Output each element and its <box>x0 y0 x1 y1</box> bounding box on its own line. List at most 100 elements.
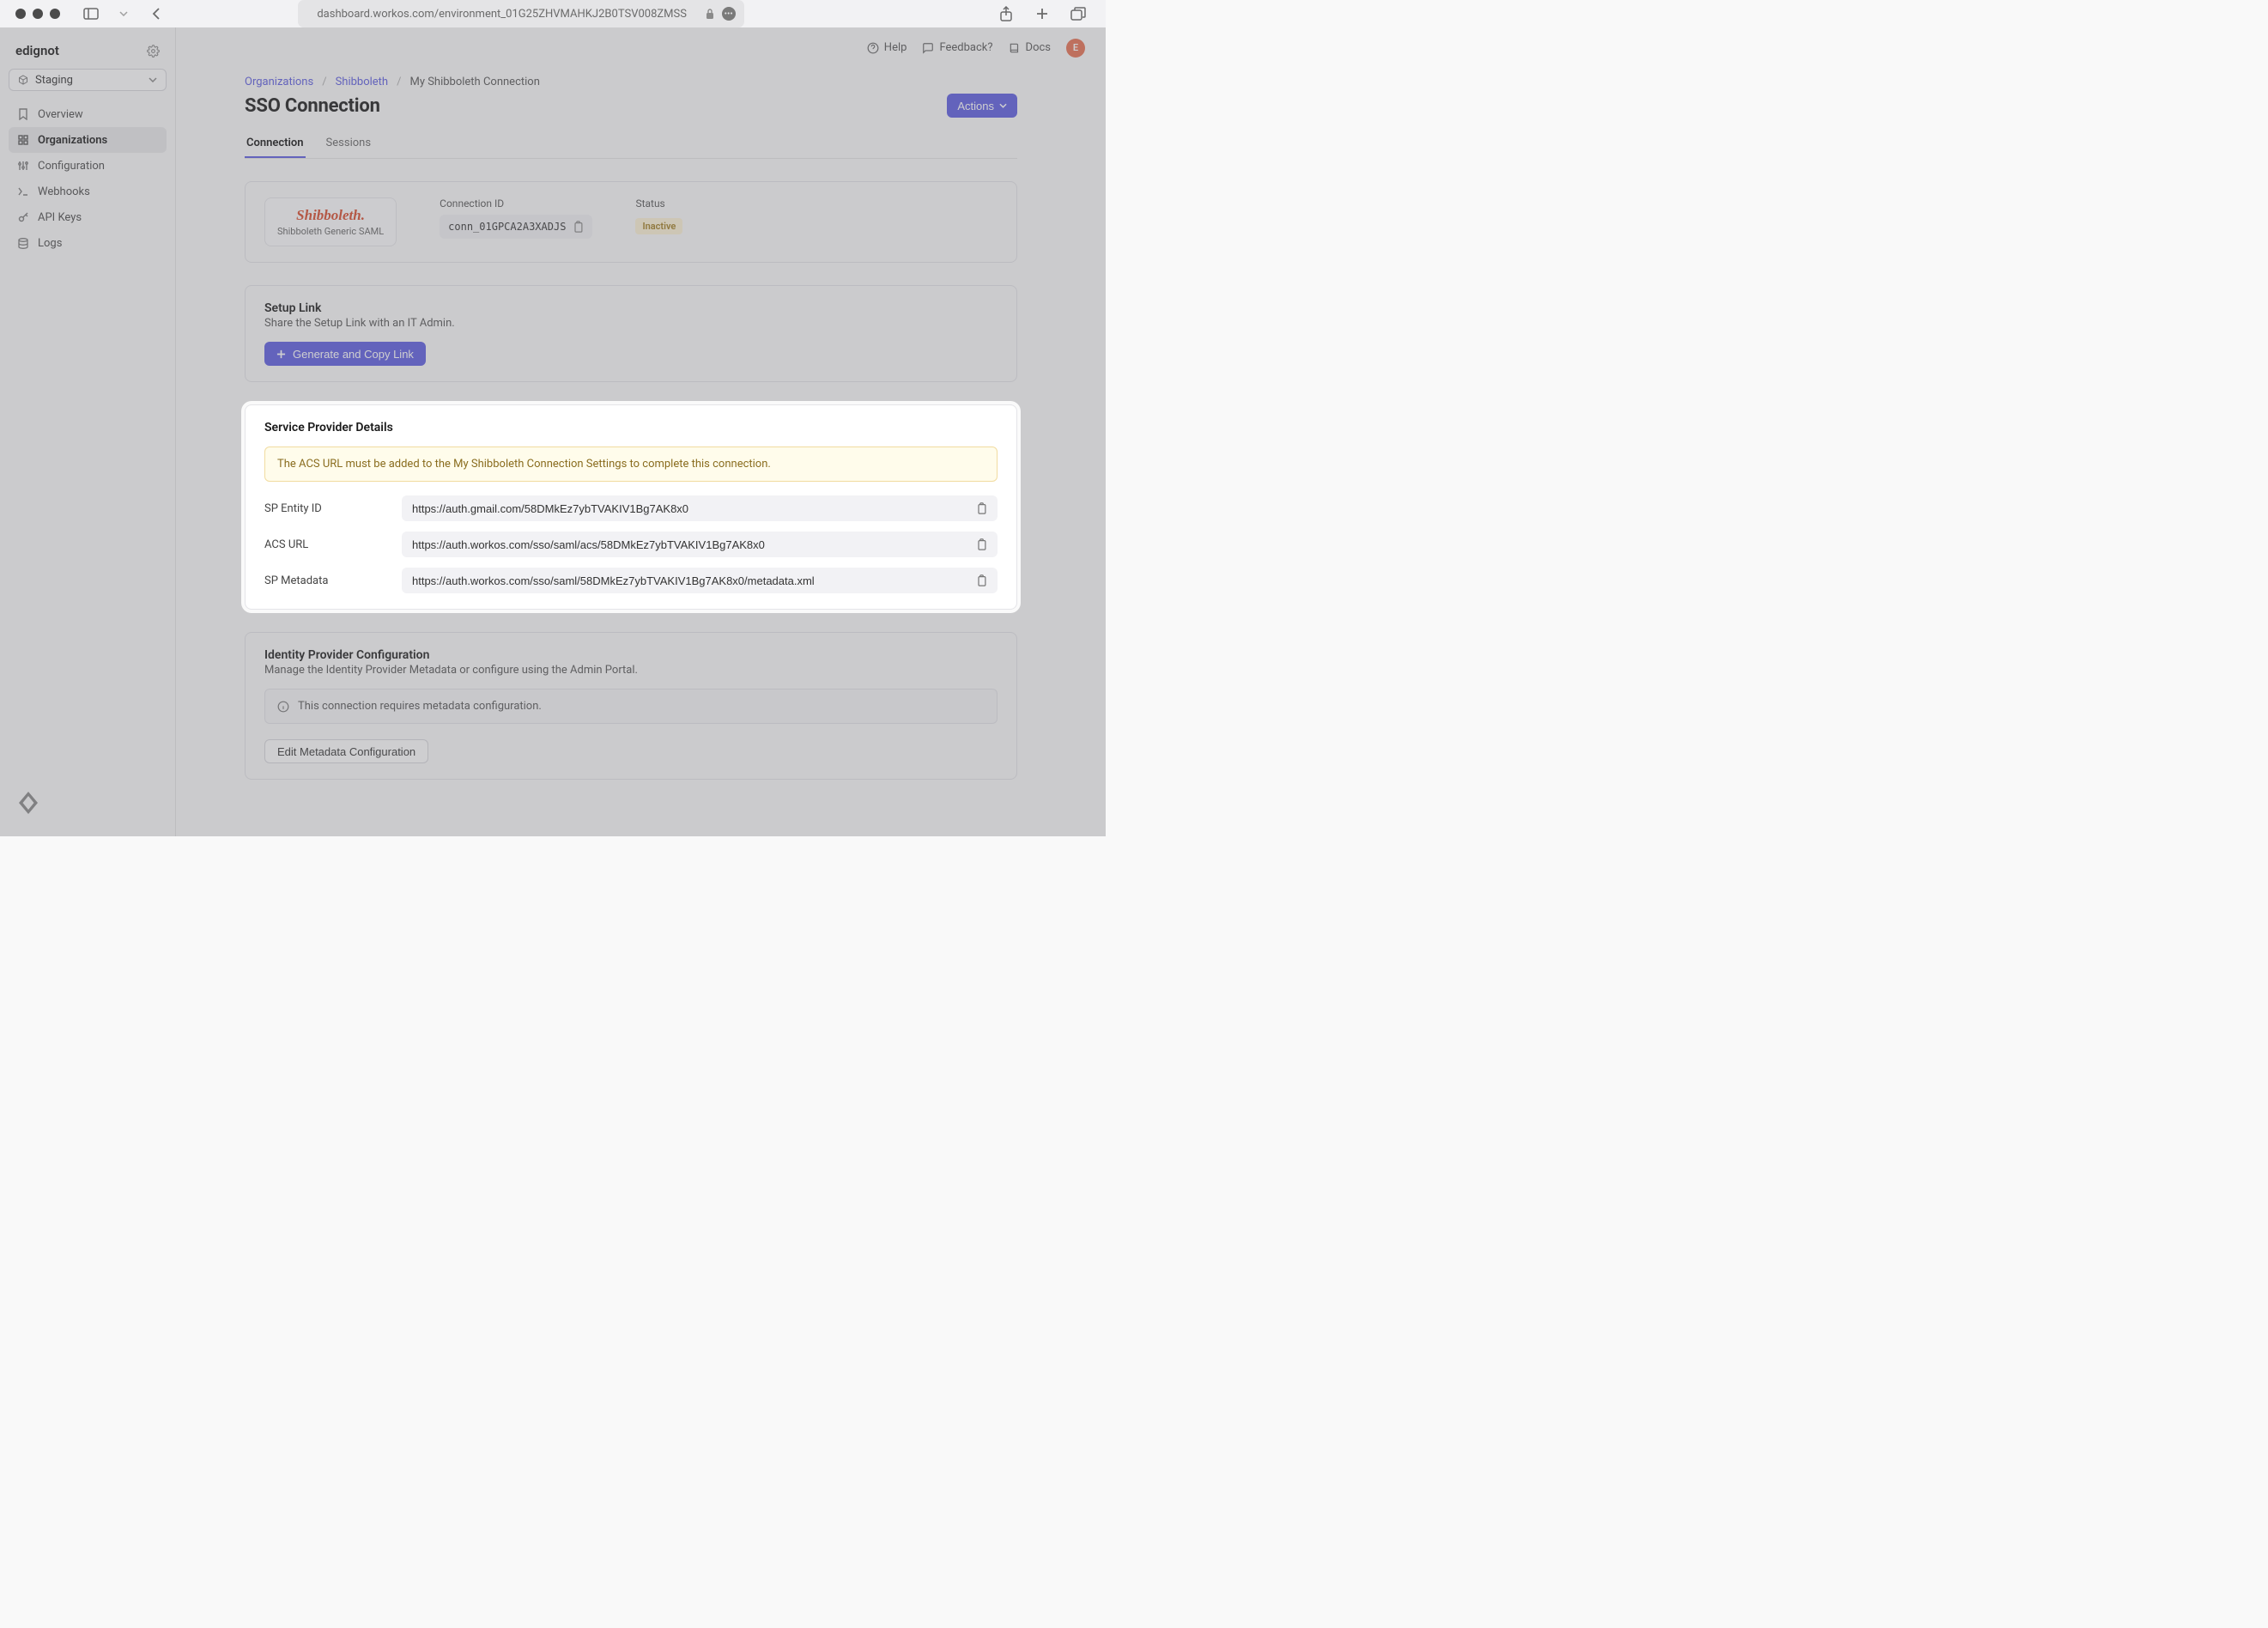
sidebar-item-api-keys[interactable]: API Keys <box>9 204 167 230</box>
nav-label: Webhooks <box>38 185 90 198</box>
tab-sessions[interactable]: Sessions <box>324 130 373 158</box>
connection-id-value-box[interactable]: conn_01GPCA2A3XADJS <box>440 215 592 239</box>
tab-connection[interactable]: Connection <box>245 130 306 158</box>
idp-config-subtitle: Manage the Identity Provider Metadata or… <box>264 664 998 677</box>
nav-label: API Keys <box>38 211 82 224</box>
grid-icon <box>17 135 29 145</box>
setup-link-card: Setup Link Share the Setup Link with an … <box>245 285 1017 382</box>
sp-entity-id-field[interactable]: https://auth.gmail.com/58DMkEz7ybTVAKIV1… <box>402 495 998 521</box>
database-icon <box>17 238 29 249</box>
sp-details-title: Service Provider Details <box>264 421 998 434</box>
sp-metadata-label: SP Metadata <box>264 574 402 587</box>
new-tab-icon[interactable] <box>1030 2 1054 26</box>
idp-config-title: Identity Provider Configuration <box>264 648 998 662</box>
gear-icon[interactable] <box>147 45 160 58</box>
user-avatar[interactable]: E <box>1066 39 1085 58</box>
copy-icon[interactable] <box>976 502 987 514</box>
sidebar-item-organizations[interactable]: Organizations <box>9 127 167 153</box>
sp-entity-id-row: SP Entity ID https://auth.gmail.com/58DM… <box>264 495 998 521</box>
nav-label: Logs <box>38 237 62 250</box>
actions-label: Actions <box>957 100 994 112</box>
lock-icon <box>705 8 715 20</box>
generate-copy-link-label: Generate and Copy Link <box>293 348 414 361</box>
share-icon[interactable] <box>994 2 1018 26</box>
feedback-link[interactable]: Feedback? <box>922 41 992 54</box>
breadcrumbs: Organizations / Shibboleth / My Shibbole… <box>245 76 1017 88</box>
provider-logo-text: Shibboleth. <box>277 207 384 224</box>
terminal-icon <box>17 187 29 196</box>
idp-config-card: Identity Provider Configuration Manage t… <box>245 632 1017 780</box>
browser-titlebar: dashboard.workos.com/environment_01G25ZH… <box>0 0 1106 27</box>
chevron-down-icon <box>999 103 1007 108</box>
generate-copy-link-button[interactable]: Generate and Copy Link <box>264 342 426 366</box>
more-icon[interactable]: ••• <box>722 7 736 21</box>
address-bar[interactable]: dashboard.workos.com/environment_01G25ZH… <box>298 0 744 27</box>
breadcrumb-shibboleth[interactable]: Shibboleth <box>336 76 389 88</box>
docs-link[interactable]: Docs <box>1009 41 1051 54</box>
acs-url-warning: The ACS URL must be added to the My Shib… <box>264 446 998 482</box>
nav-label: Configuration <box>38 160 105 173</box>
breadcrumb-separator: / <box>397 76 401 88</box>
copy-icon[interactable] <box>573 221 584 233</box>
setup-link-subtitle: Share the Setup Link with an IT Admin. <box>264 317 998 330</box>
copy-icon[interactable] <box>976 574 987 586</box>
sp-metadata-field[interactable]: https://auth.workos.com/sso/saml/58DMkEz… <box>402 568 998 593</box>
chevron-down-icon <box>149 77 157 82</box>
zoom-dot[interactable] <box>50 9 60 19</box>
edit-metadata-button[interactable]: Edit Metadata Configuration <box>264 739 428 763</box>
dropdown-chevron-icon[interactable] <box>112 2 136 26</box>
sp-entity-id-label: SP Entity ID <box>264 502 402 515</box>
brand-logo <box>9 785 167 821</box>
info-icon <box>277 701 289 713</box>
connection-id-label: Connection ID <box>440 197 592 210</box>
provider-subtitle: Shibboleth Generic SAML <box>277 226 384 237</box>
page-title: SSO Connection <box>245 95 380 117</box>
nav-label: Overview <box>38 108 83 121</box>
plus-icon <box>276 349 286 359</box>
tabs: Connection Sessions <box>245 130 1017 159</box>
acs-url-row: ACS URL https://auth.workos.com/sso/saml… <box>264 532 998 557</box>
connection-id-value: conn_01GPCA2A3XADJS <box>448 221 566 233</box>
cube-icon <box>18 75 28 85</box>
acs-url-value: https://auth.workos.com/sso/saml/acs/58D… <box>412 538 976 551</box>
provider-badge: Shibboleth. Shibboleth Generic SAML <box>264 197 397 246</box>
sidebar-item-logs[interactable]: Logs <box>9 230 167 256</box>
key-icon <box>17 212 29 222</box>
top-utility-bar: Help Feedback? Docs E <box>176 27 1106 69</box>
help-link[interactable]: Help <box>867 41 907 54</box>
sidebar-item-webhooks[interactable]: Webhooks <box>9 179 167 204</box>
sp-entity-id-value: https://auth.gmail.com/58DMkEz7ybTVAKIV1… <box>412 502 976 515</box>
sidebar-item-overview[interactable]: Overview <box>9 101 167 127</box>
actions-button[interactable]: Actions <box>947 94 1017 118</box>
bookmark-icon <box>17 108 29 120</box>
minimize-dot[interactable] <box>33 9 43 19</box>
copy-icon[interactable] <box>976 538 987 550</box>
close-dot[interactable] <box>15 9 26 19</box>
setup-link-title: Setup Link <box>264 301 998 315</box>
acs-url-field[interactable]: https://auth.workos.com/sso/saml/acs/58D… <box>402 532 998 557</box>
nav-label: Organizations <box>38 134 107 147</box>
sidebar-item-configuration[interactable]: Configuration <box>9 153 167 179</box>
breadcrumb-current: My Shibboleth Connection <box>409 76 539 88</box>
environment-label: Staging <box>35 74 73 87</box>
sp-metadata-row: SP Metadata https://auth.workos.com/sso/… <box>264 568 998 593</box>
acs-url-label: ACS URL <box>264 538 402 551</box>
main-content: Help Feedback? Docs E Organizations / <box>176 27 1106 836</box>
idp-config-info-text: This connection requires metadata config… <box>298 700 542 713</box>
address-bar-url: dashboard.workos.com/environment_01G25ZH… <box>306 8 698 21</box>
breadcrumb-organizations[interactable]: Organizations <box>245 76 313 88</box>
sidebar: edignot Staging Overview Org <box>0 27 176 836</box>
environment-select[interactable]: Staging <box>9 69 167 91</box>
avatar-initial: E <box>1073 42 1078 53</box>
status-badge: Inactive <box>635 218 682 234</box>
docs-label: Docs <box>1026 41 1051 54</box>
feedback-label: Feedback? <box>939 41 992 54</box>
sidebar-toggle-icon[interactable] <box>79 2 103 26</box>
sliders-icon <box>17 161 29 171</box>
window-controls[interactable] <box>15 9 60 19</box>
tabs-icon[interactable] <box>1066 2 1090 26</box>
back-button[interactable] <box>144 2 168 26</box>
status-label: Status <box>635 197 682 210</box>
edit-metadata-label: Edit Metadata Configuration <box>277 745 415 758</box>
sp-metadata-value: https://auth.workos.com/sso/saml/58DMkEz… <box>412 574 976 587</box>
